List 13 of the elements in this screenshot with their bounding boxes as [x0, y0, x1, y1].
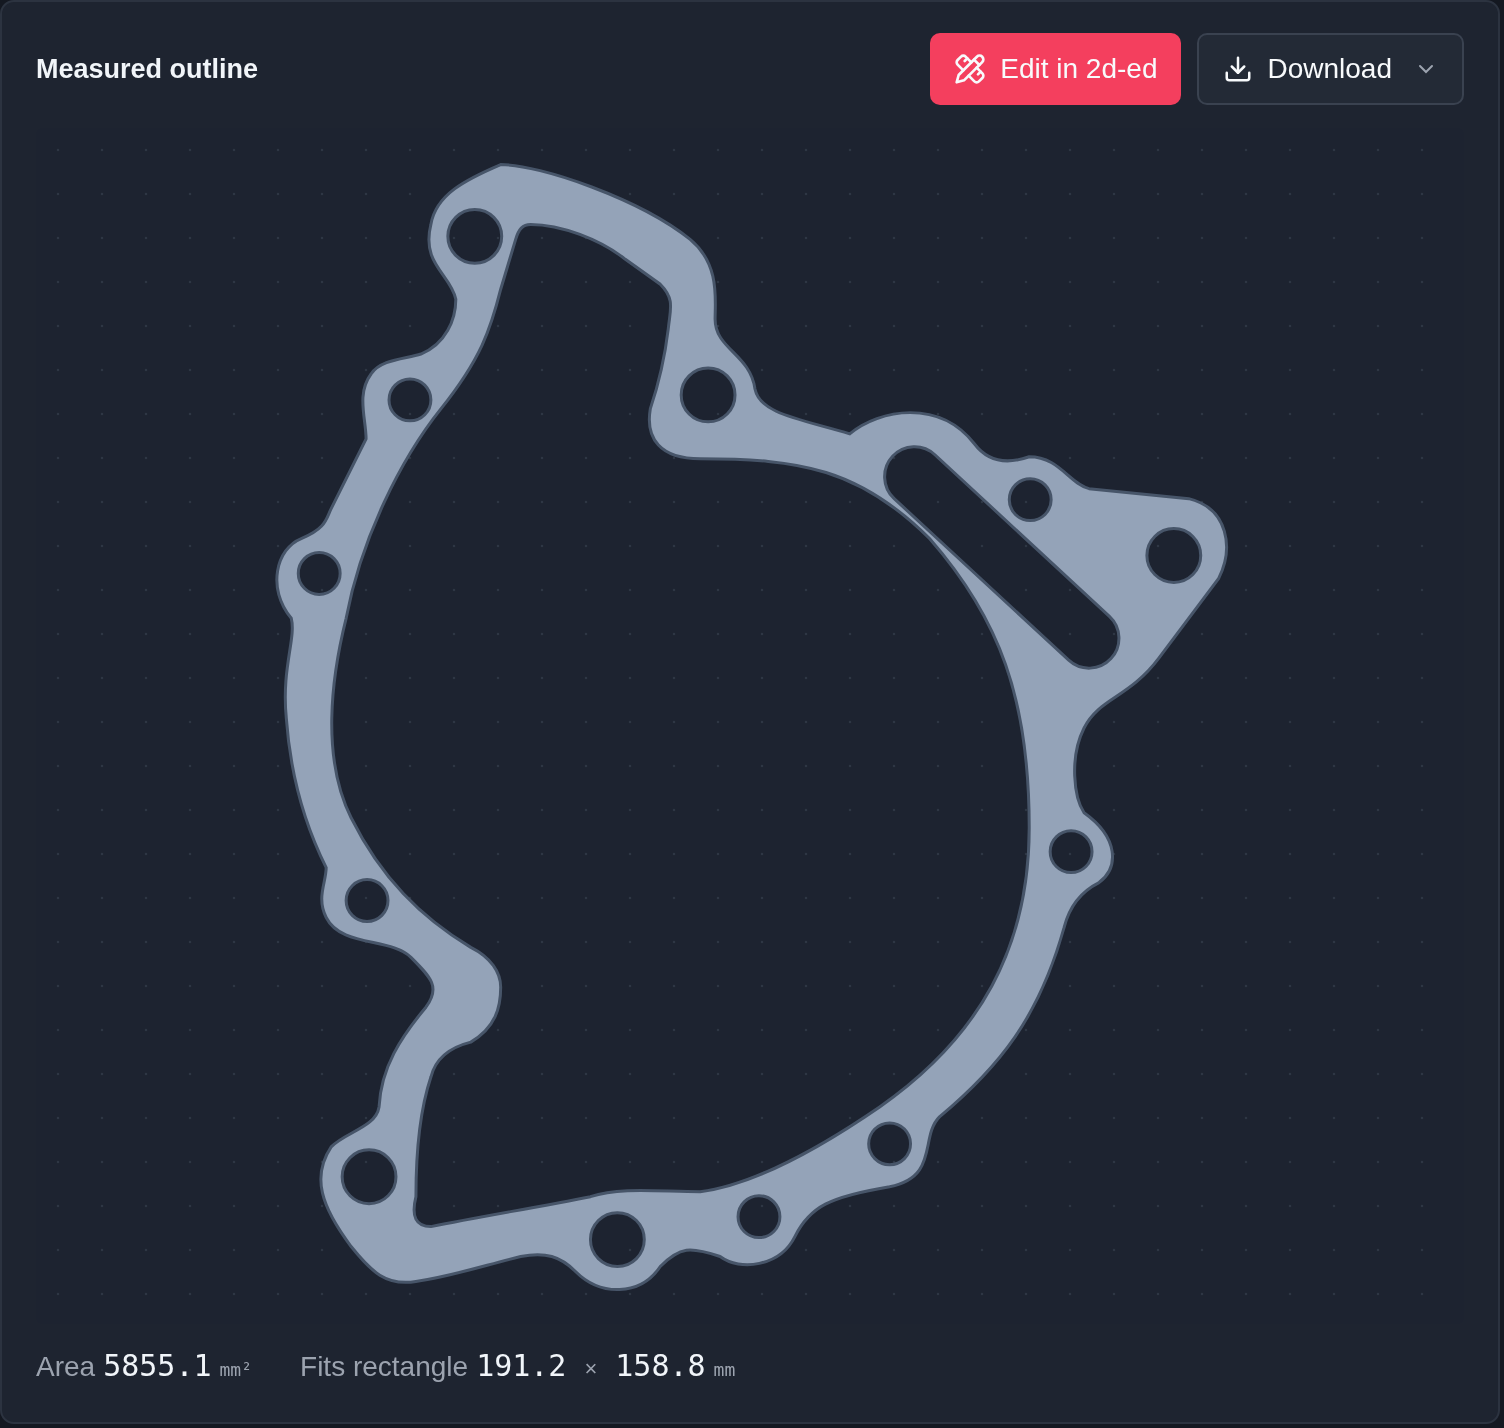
- area-unit: mm²: [219, 1359, 253, 1380]
- rectangle-height: 158.8: [615, 1348, 706, 1383]
- edit-button[interactable]: Edit in 2d-ed: [930, 33, 1182, 105]
- rectangle-label: Fits rectangle: [300, 1351, 469, 1383]
- times-sign: ×: [584, 1356, 598, 1382]
- rectangle-unit: mm: [713, 1359, 736, 1380]
- rectangle-width: 191.2: [476, 1348, 567, 1383]
- pencil-ruler-icon: [954, 53, 987, 85]
- area-value: 5855.1: [103, 1348, 212, 1383]
- area-label: Area: [36, 1351, 96, 1383]
- download-icon: [1223, 54, 1254, 84]
- download-button[interactable]: Download: [1197, 33, 1464, 105]
- card-title: Measured outline: [36, 53, 259, 85]
